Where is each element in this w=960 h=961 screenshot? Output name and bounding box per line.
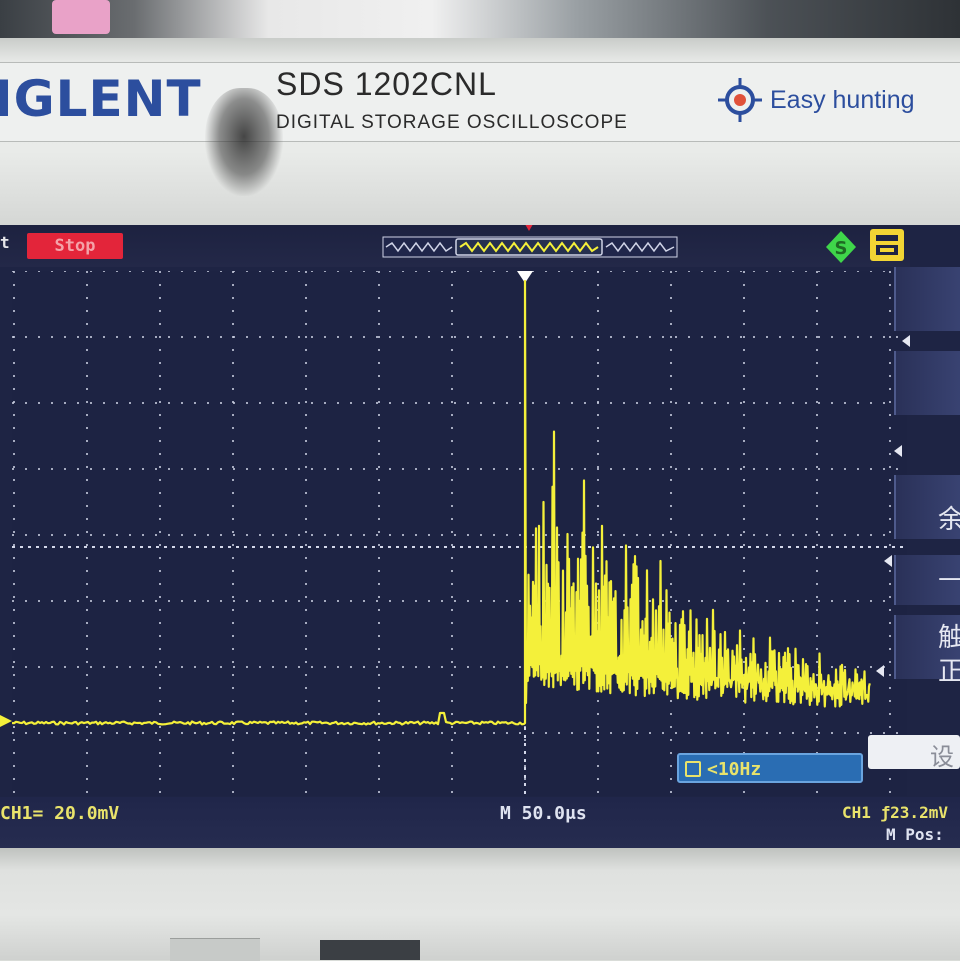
menu-item-3[interactable]: 余: [894, 475, 960, 539]
timebase-readout: M 50.0μs: [500, 803, 587, 824]
crosshair-icon: [718, 78, 762, 122]
menu-item-1[interactable]: [894, 267, 960, 331]
dirt-smudge: [205, 88, 283, 196]
menu-item-settings[interactable]: 设: [868, 735, 960, 771]
waveform-display: [12, 271, 907, 796]
background-object: [52, 0, 110, 34]
menu-arrow-4-icon: [876, 665, 884, 677]
menu-item-5[interactable]: 触正: [894, 615, 960, 687]
ch1-vertical-scale: CH1= 20.0mV: [0, 803, 120, 824]
menu-arrow-2-icon: [894, 445, 902, 457]
menu-item-4[interactable]: —: [894, 555, 960, 605]
svg-text:S: S: [835, 238, 848, 259]
run-stop-badge[interactable]: Stop: [27, 233, 123, 259]
frequency-icon: [685, 761, 701, 777]
brand-logo: IGLENT: [0, 70, 202, 128]
mode-label: t: [0, 233, 10, 252]
trigger-position-marker: [525, 225, 533, 231]
device-subtitle: DIGITAL STORAGE OSCILLOSCOPE: [276, 112, 628, 133]
front-panel-edge: [170, 938, 260, 961]
trigger-level-readout: CH1 ƒ23.2mV: [842, 803, 948, 822]
status-bar: t Stop S: [0, 225, 910, 267]
ch1-waveform-trace: [12, 279, 871, 726]
model-name: SDS 1202CNL: [276, 66, 497, 102]
frequency-value: <10Hz: [707, 759, 762, 780]
trigger-status-icon: S: [826, 231, 856, 263]
memory-depth-bar: [382, 236, 678, 258]
oscilloscope-case-bottom: [0, 848, 960, 960]
bottom-status-bar: [0, 797, 960, 850]
waveform-graticule: [12, 271, 907, 796]
menu-arrow-3-icon: [884, 555, 892, 567]
menu-item-2[interactable]: [894, 351, 960, 415]
frequency-readout: <10Hz: [677, 753, 863, 783]
soft-key-menu: 余 — 触正: [870, 255, 960, 800]
front-panel-port: [320, 940, 420, 960]
menu-arrow-1-icon: [902, 335, 910, 347]
horizontal-position-readout: M Pos:: [886, 825, 944, 844]
ch1-ground-marker: [0, 715, 12, 727]
background-top: [0, 0, 960, 40]
tagline: Easy hunting: [770, 86, 915, 114]
lcd-screen: t Stop S <10Hz CH1= 20.0mV M 50.0μs CH1 …: [0, 225, 960, 850]
